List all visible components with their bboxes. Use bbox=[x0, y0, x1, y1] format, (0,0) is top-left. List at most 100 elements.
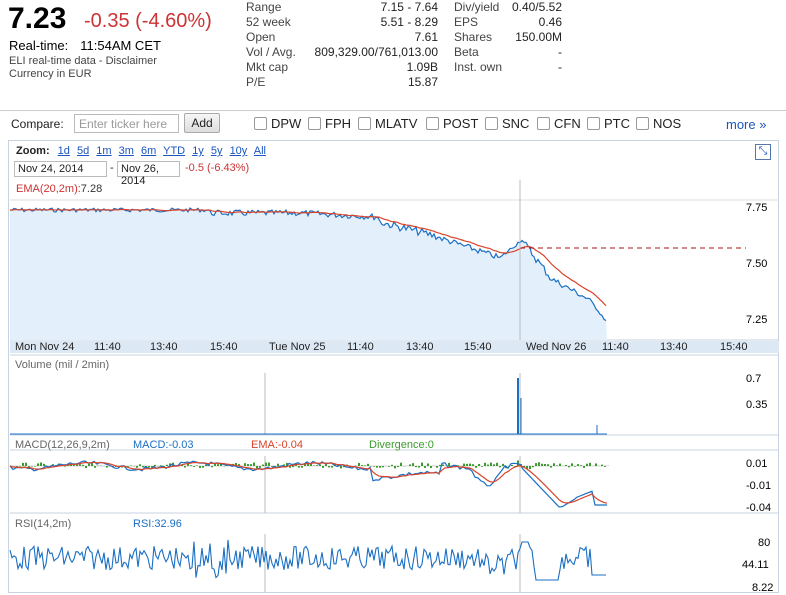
volume-tick: 0.7 bbox=[746, 373, 761, 385]
macd-histogram-bar bbox=[382, 466, 384, 468]
volume-tick: 0.35 bbox=[746, 399, 767, 411]
macd-histogram-bar bbox=[412, 463, 414, 466]
x-tick: 13:40 bbox=[660, 341, 688, 353]
macd-histogram-bar bbox=[148, 466, 150, 468]
macd-histogram-bar bbox=[268, 462, 270, 466]
macd-histogram-bar bbox=[19, 466, 21, 467]
macd-histogram-bar bbox=[154, 464, 156, 466]
price-tick: 7.75 bbox=[746, 202, 767, 214]
macd-histogram-bar bbox=[106, 466, 108, 468]
macd-histogram-bar bbox=[511, 464, 513, 466]
macd-label: MACD(12,26,9,2m) bbox=[15, 439, 110, 451]
macd-histogram-bar bbox=[88, 463, 90, 466]
macd-histogram-bar bbox=[328, 466, 330, 468]
macd-histogram-bar bbox=[139, 464, 141, 466]
macd-histogram-bar bbox=[316, 465, 318, 466]
macd-histogram-bar bbox=[388, 466, 390, 467]
macd-histogram-bar bbox=[415, 466, 417, 468]
x-tick: 11:40 bbox=[602, 341, 629, 353]
macd-histogram-bar bbox=[202, 466, 204, 468]
macd-histogram-bar bbox=[430, 466, 432, 468]
macd-histogram-bar bbox=[421, 462, 423, 466]
macd-histogram-bar bbox=[331, 466, 333, 468]
macd-histogram-bar bbox=[499, 466, 501, 468]
macd-histogram-bar bbox=[136, 466, 138, 468]
macd-histogram-bar bbox=[31, 466, 33, 467]
macd-histogram-bar bbox=[466, 463, 468, 466]
macd-histogram-bar bbox=[184, 466, 186, 468]
macd-histogram-bar bbox=[469, 463, 471, 466]
chart-canvas: 7.75 7.50 7.25 0.7 0.35 0.01 -0.01 -0.04… bbox=[9, 180, 779, 594]
macd-histogram-bar bbox=[544, 463, 546, 466]
macd-histogram-bar bbox=[364, 465, 366, 466]
macd-histogram-bar bbox=[271, 466, 273, 467]
macd-histogram-bar bbox=[199, 466, 201, 469]
macd-histogram-bar bbox=[481, 466, 483, 467]
macd-histogram-bar bbox=[547, 464, 549, 466]
macd-histogram-bar bbox=[322, 466, 324, 468]
macd-histogram-bar bbox=[463, 463, 465, 466]
macd-histogram-bar bbox=[298, 466, 300, 468]
macd-divergence-value: Divergence:0 bbox=[369, 439, 434, 451]
macd-histogram-bar bbox=[532, 466, 534, 468]
macd-histogram-bar bbox=[79, 464, 81, 466]
macd-histogram-bar bbox=[166, 464, 168, 466]
price-tick: 7.50 bbox=[746, 258, 767, 270]
macd-tick: 0.01 bbox=[746, 458, 767, 470]
macd-histogram-bar bbox=[604, 466, 606, 467]
macd-value: MACD:-0.03 bbox=[133, 439, 194, 451]
macd-histogram-bar bbox=[493, 464, 495, 466]
rsi-panel: 80 44.11 8.22 bbox=[9, 534, 773, 594]
price-tick: 7.25 bbox=[746, 314, 767, 326]
macd-histogram-bar bbox=[601, 464, 603, 466]
macd-histogram-bar bbox=[559, 463, 561, 466]
rsi-line bbox=[9, 539, 606, 581]
macd-histogram-bar bbox=[589, 462, 591, 466]
x-tick: 15:40 bbox=[720, 341, 748, 353]
macd-histogram-bar bbox=[244, 463, 246, 466]
price-panel: 7.75 7.50 7.25 bbox=[9, 180, 779, 341]
macd-signal-line bbox=[9, 461, 608, 504]
macd-histogram-bar bbox=[397, 466, 399, 468]
macd-histogram-bar bbox=[571, 463, 573, 466]
macd-histogram-bar bbox=[142, 466, 144, 468]
macd-line bbox=[9, 460, 607, 508]
macd-histogram-bar bbox=[259, 466, 261, 468]
macd-histogram-bar bbox=[217, 464, 219, 466]
x-tick: 15:40 bbox=[464, 341, 492, 353]
macd-histogram-bar bbox=[277, 463, 279, 466]
x-tick: 15:40 bbox=[210, 341, 238, 353]
macd-tick: -0.01 bbox=[746, 480, 771, 492]
macd-histogram-bar bbox=[442, 464, 444, 466]
x-tick: 11:40 bbox=[94, 341, 121, 353]
volume-label: Volume (mil / 2min) bbox=[15, 359, 110, 371]
x-tick: Mon Nov 24 bbox=[15, 341, 75, 353]
macd-histogram-bar bbox=[391, 464, 393, 466]
macd-histogram-bar bbox=[292, 466, 294, 468]
macd-histogram-bar bbox=[253, 462, 255, 466]
time-axis: Mon Nov 24 11:40 13:40 15:40 Tue Nov 25 … bbox=[10, 341, 779, 353]
macd-histogram-bar bbox=[478, 464, 480, 466]
macd-histogram-bar bbox=[34, 466, 36, 467]
macd-histogram-bar bbox=[82, 464, 84, 466]
macd-histogram-bar bbox=[22, 462, 24, 466]
macd-histogram-bar bbox=[94, 466, 96, 468]
macd-histogram-bar bbox=[247, 464, 249, 466]
rsi-label: RSI(14,2m) bbox=[15, 518, 72, 530]
macd-histogram-bar bbox=[595, 463, 597, 466]
rsi-tick: 44.11 bbox=[742, 559, 769, 571]
macd-histogram-bar bbox=[550, 466, 552, 468]
macd-histogram-bar bbox=[487, 464, 489, 466]
macd-histogram-bar bbox=[256, 466, 258, 469]
x-tick: 11:40 bbox=[347, 341, 374, 353]
macd-tick: -0.04 bbox=[746, 502, 771, 514]
macd-histogram-bar bbox=[418, 466, 420, 468]
macd-histogram-bar bbox=[568, 466, 570, 468]
macd-histogram-bar bbox=[400, 462, 402, 466]
macd-histogram-bar bbox=[190, 465, 192, 466]
volume-panel: 0.7 0.35 bbox=[10, 354, 779, 436]
macd-histogram-bar bbox=[586, 463, 588, 466]
macd-histogram-bar bbox=[358, 462, 360, 466]
macd-histogram-bar bbox=[40, 462, 42, 466]
macd-histogram-bar bbox=[130, 465, 132, 466]
